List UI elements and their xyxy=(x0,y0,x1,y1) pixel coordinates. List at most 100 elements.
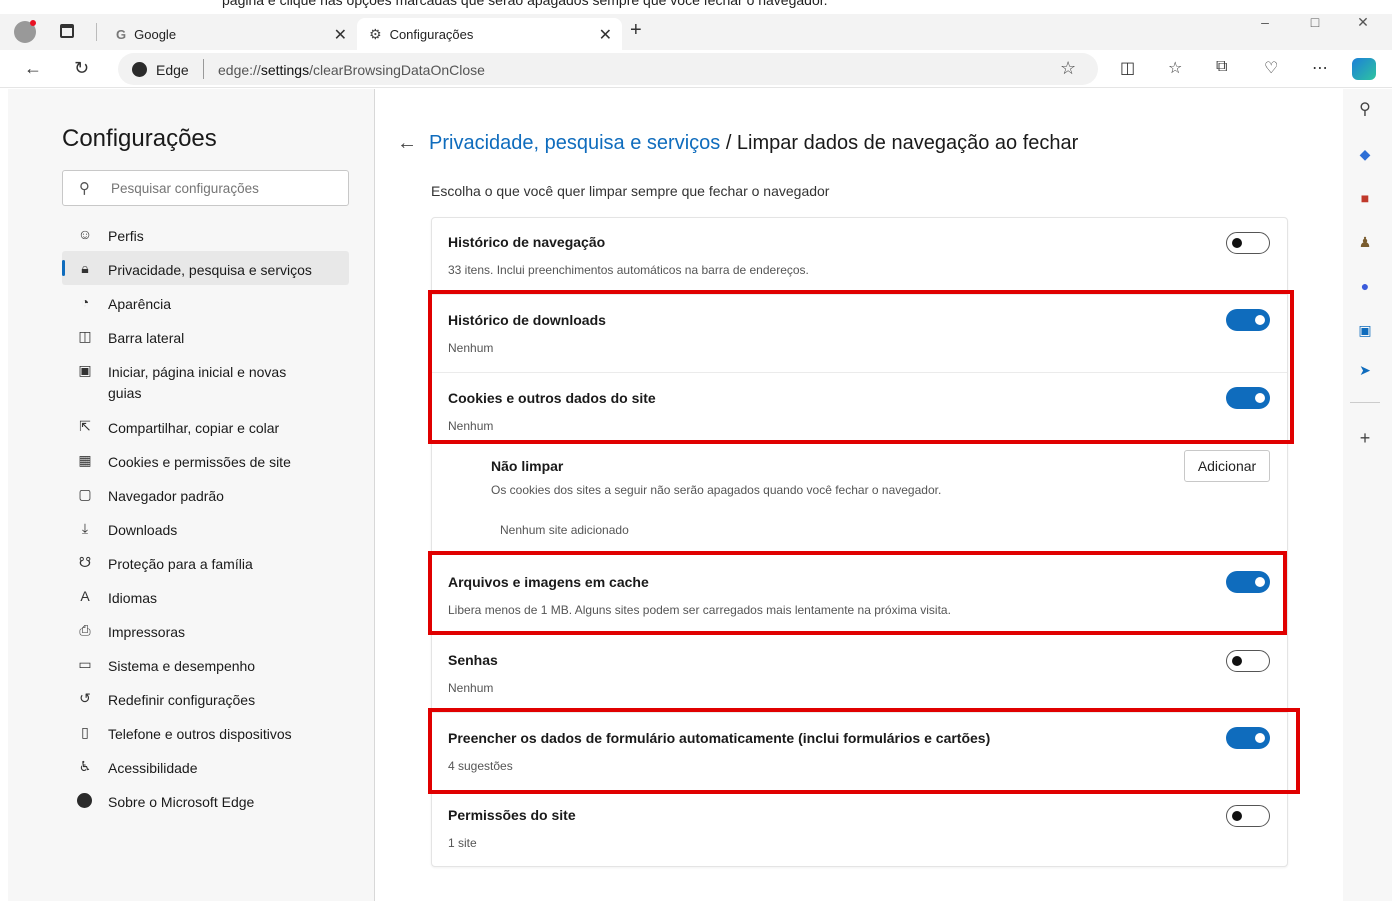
sidebar-item-iniciar[interactable]: ▣ Iniciar, página inicial e novas guias xyxy=(62,353,349,401)
performance-icon[interactable]: ♡ xyxy=(1264,58,1278,78)
divider xyxy=(203,59,204,79)
family-icon: ☋ xyxy=(78,554,92,570)
sidebar-item-perfis[interactable]: ☺ Perfis xyxy=(62,217,349,251)
home-icon: ▣ xyxy=(78,362,92,378)
sidebar-item-label: Perfis xyxy=(108,228,144,244)
printer-icon: ⎙ xyxy=(79,622,91,638)
sidebar-item-navegador-padrao[interactable]: ▢ Navegador padrão xyxy=(62,477,349,511)
palette-icon: ◔ xyxy=(80,294,90,310)
sidebar-item-familia[interactable]: ☋ Proteção para a família xyxy=(62,545,349,579)
games-icon[interactable]: ♟ xyxy=(1355,232,1375,252)
back-icon[interactable]: ← xyxy=(24,58,42,79)
tab-configuracoes[interactable]: ⚙ Configurações ✕ xyxy=(357,18,622,50)
tab-title: Configurações xyxy=(389,26,474,42)
url-path: /clearBrowsingDataOnClose xyxy=(309,62,485,78)
tab-actions-icon[interactable] xyxy=(60,24,74,38)
notification-dot-icon xyxy=(30,20,36,26)
breadcrumb: ← Privacidade, pesquisa e serviços / Limp… xyxy=(397,132,1078,155)
site-label: Edge xyxy=(156,62,189,78)
sidebar-item-sistema[interactable]: ▭ Sistema e desempenho xyxy=(62,647,349,681)
minimize-button[interactable]: – xyxy=(1242,14,1288,30)
sidebar-item-barra-lateral[interactable]: ◫ Barra lateral xyxy=(62,319,349,353)
sidebar-item-acessibilidade[interactable]: ♿︎ Acessibilidade xyxy=(62,749,349,783)
search-settings[interactable]: ⚲ xyxy=(62,170,349,206)
setting-title: Histórico de navegação xyxy=(448,234,606,250)
tools-icon[interactable]: ■ xyxy=(1355,188,1375,208)
shopping-tag-icon[interactable]: ◆ xyxy=(1355,144,1375,164)
back-arrow-icon[interactable]: ← xyxy=(397,132,417,154)
outlook-icon[interactable]: ▣ xyxy=(1355,320,1375,340)
toggle-permissoes[interactable] xyxy=(1226,805,1270,827)
cropped-instruction-text: página e clique nas opções marcadas que … xyxy=(0,0,1392,14)
tab-bar: G Google ✕ ⚙ Configurações ✕ + – □ ✕ xyxy=(0,14,1392,50)
tab-google[interactable]: G Google ✕ xyxy=(104,18,357,50)
setting-title: Permissões do site xyxy=(448,807,576,823)
sidebar-icon: ◫ xyxy=(78,328,92,344)
collections-icon[interactable]: ⧉ xyxy=(1216,58,1227,76)
edge-icon xyxy=(132,62,147,77)
setting-title: Senhas xyxy=(448,652,498,668)
close-tab-icon[interactable]: ✕ xyxy=(334,25,347,45)
sidebar-item-impressoras[interactable]: ⎙ Impressoras xyxy=(62,613,349,647)
tab-title: Google xyxy=(134,26,177,42)
setting-desc: Nenhum xyxy=(448,681,494,695)
laptop-icon: ▭ xyxy=(78,656,92,672)
dont-clear-desc: Os cookies dos sites a seguir não serão … xyxy=(491,483,942,497)
share-icon: ⇱ xyxy=(79,418,91,434)
setting-desc: 1 site xyxy=(448,836,477,850)
split-screen-icon[interactable]: ◫ xyxy=(1120,58,1135,78)
search-icon[interactable]: ⚲ xyxy=(1355,100,1375,120)
sidebar-item-label: Aparência xyxy=(108,296,172,312)
sidebar-item-privacidade[interactable]: 🔒︎ Privacidade, pesquisa e serviços xyxy=(62,251,349,285)
more-menu-icon[interactable]: ⋯ xyxy=(1312,58,1328,78)
sidebar-item-compartilhar[interactable]: ⇱ Compartilhar, copiar e colar xyxy=(62,409,349,443)
close-window-button[interactable]: ✕ xyxy=(1340,14,1386,30)
empty-list-text: Nenhum site adicionado xyxy=(500,523,629,537)
sidebar-item-label: Barra lateral xyxy=(108,330,185,346)
breadcrumb-current: / Limpar dados de navegação ao fechar xyxy=(720,132,1079,154)
sidebar-item-telefone[interactable]: ▯ Telefone e outros dispositivos xyxy=(62,715,349,749)
sidebar-item-aparencia[interactable]: ◔ Aparência xyxy=(62,285,349,319)
refresh-icon[interactable]: ↻ xyxy=(74,58,89,79)
sidebar-item-redefinir[interactable]: ↺ Redefinir configurações xyxy=(62,681,349,715)
search-icon: ⚲ xyxy=(79,180,90,197)
breadcrumb-link[interactable]: Privacidade, pesquisa e serviços xyxy=(429,132,720,154)
favorite-star-icon[interactable]: ☆ xyxy=(1060,58,1076,79)
add-site-button[interactable]: Adicionar xyxy=(1184,450,1270,482)
sidebar-item-downloads[interactable]: ⤓ Downloads xyxy=(62,511,349,545)
divider xyxy=(96,23,97,41)
add-icon[interactable]: + xyxy=(1355,428,1375,448)
sidebar-item-label: Telefone e outros dispositivos xyxy=(108,726,292,742)
sidebar-item-cookies[interactable]: ▦ Cookies e permissões de site xyxy=(62,443,349,477)
maximize-button[interactable]: □ xyxy=(1292,14,1338,30)
divider xyxy=(1350,402,1380,403)
url-text[interactable]: edge://settings/clearBrowsingDataOnClose xyxy=(218,62,485,78)
highlight-box xyxy=(428,708,1300,794)
new-tab-button[interactable]: + xyxy=(630,19,642,42)
setting-desc: 33 itens. Inclui preenchimentos automáti… xyxy=(448,263,809,277)
dont-clear-title: Não limpar xyxy=(491,458,564,474)
sidebar-item-idiomas[interactable]: A Idiomas xyxy=(62,579,349,613)
sidebar-item-label: Compartilhar, copiar e colar xyxy=(108,420,280,436)
sidebar-item-label: Downloads xyxy=(108,522,178,538)
sidebar-item-label: Idiomas xyxy=(108,590,158,606)
address-bar-row: ← ↻ Edge edge://settings/clearBrowsingDa… xyxy=(0,50,1392,88)
close-tab-icon[interactable]: ✕ xyxy=(599,25,612,45)
edge-right-sidebar xyxy=(1343,89,1392,901)
sidebar-item-label: Cookies e permissões de site xyxy=(108,454,291,470)
search-input[interactable] xyxy=(111,177,336,199)
toggle-senhas[interactable] xyxy=(1226,650,1270,672)
browser-icon: ▢ xyxy=(78,486,92,502)
sidebar-item-sobre[interactable]: Sobre o Microsoft Edge xyxy=(62,783,349,817)
microsoft-365-icon[interactable]: ● xyxy=(1355,276,1375,296)
send-icon[interactable]: ➤ xyxy=(1355,360,1375,380)
sidebar-item-label: Impressoras xyxy=(108,624,186,640)
toggle-historico-navegacao[interactable] xyxy=(1226,232,1270,254)
address-bar[interactable]: Edge edge://settings/clearBrowsingDataOn… xyxy=(118,53,1098,85)
phone-icon: ▯ xyxy=(81,724,89,740)
sidebar-item-label: Acessibilidade xyxy=(108,760,198,776)
favorites-icon[interactable]: ☆ xyxy=(1168,58,1182,78)
sidebar-item-label: Proteção para a família xyxy=(108,556,253,572)
copilot-icon[interactable] xyxy=(1352,58,1376,80)
edge-logo-icon xyxy=(77,793,92,808)
